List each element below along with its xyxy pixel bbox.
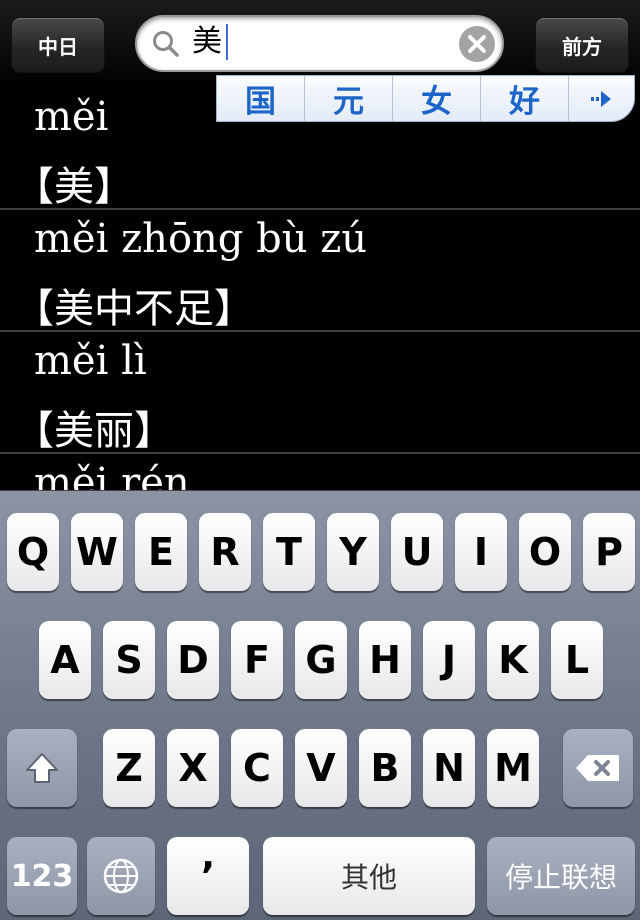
key-k[interactable]: K [487, 621, 539, 699]
clear-icon [468, 35, 486, 53]
key-c[interactable]: C [231, 729, 283, 807]
language-direction-button[interactable]: 中日 [11, 17, 105, 73]
result-hanzi: 【美丽】 [14, 398, 174, 456]
numbers-key[interactable]: 123 [7, 837, 77, 915]
shift-icon [26, 753, 58, 783]
search-field[interactable]: 美 [135, 15, 504, 72]
candidate-bar: 国 元 女 好 [216, 75, 635, 122]
result-word: 美中不足 [54, 286, 214, 332]
return-key[interactable]: 停止联想 [487, 837, 635, 915]
clear-button[interactable] [459, 26, 495, 62]
key-q[interactable]: Q [7, 513, 59, 591]
backspace-key[interactable] [563, 729, 633, 807]
result-pinyin: měi rén [34, 460, 190, 490]
key-l[interactable]: L [551, 621, 603, 699]
globe-key[interactable] [87, 837, 155, 915]
key-v[interactable]: V [295, 729, 347, 807]
result-pinyin: měi zhōng bù zú [34, 216, 368, 262]
key-m[interactable]: M [487, 729, 539, 807]
key-p[interactable]: P [583, 513, 635, 591]
more-candidates-button[interactable] [569, 76, 634, 121]
key-a[interactable]: A [39, 621, 91, 699]
result-pinyin: měi [34, 94, 109, 140]
search-input[interactable]: 美 [192, 22, 222, 62]
globe-icon [103, 858, 139, 894]
space-key[interactable]: 其他 [263, 837, 475, 915]
result-hanzi: 【美】 [14, 154, 134, 212]
bracket-open: 【 [14, 164, 54, 210]
result-row[interactable]: měi rén [0, 454, 640, 490]
key-r[interactable]: R [199, 513, 251, 591]
key-g[interactable]: G [295, 621, 347, 699]
key-b[interactable]: B [359, 729, 411, 807]
key-x[interactable]: X [167, 729, 219, 807]
result-list[interactable]: měi 【美】 měi zhōng bù zú 【美中不足】 měi lì 【美… [0, 88, 640, 490]
key-f[interactable]: F [231, 621, 283, 699]
apostrophe-key[interactable]: ’ [167, 837, 249, 915]
result-row[interactable]: měi lì 【美丽】 [0, 332, 640, 454]
backspace-icon [576, 755, 619, 781]
bracket-open: 【 [14, 286, 54, 332]
search-icon [153, 31, 179, 57]
bracket-close: 】 [134, 408, 174, 454]
shift-key[interactable] [7, 729, 77, 807]
arrow-right-icon [590, 90, 611, 107]
key-w[interactable]: W [71, 513, 123, 591]
keyboard: Q W E R T Y U I O P A S D F G H J K L Z … [0, 490, 640, 920]
key-y[interactable]: Y [327, 513, 379, 591]
key-s[interactable]: S [103, 621, 155, 699]
key-j[interactable]: J [423, 621, 475, 699]
candidate-item[interactable]: 女 [393, 76, 481, 121]
key-e[interactable]: E [135, 513, 187, 591]
result-word: 美丽 [54, 408, 134, 454]
result-hanzi: 【美中不足】 [14, 276, 254, 334]
text-caret [226, 24, 228, 60]
key-u[interactable]: U [391, 513, 443, 591]
key-z[interactable]: Z [103, 729, 155, 807]
key-t[interactable]: T [263, 513, 315, 591]
key-d[interactable]: D [167, 621, 219, 699]
key-o[interactable]: O [519, 513, 571, 591]
result-pinyin: měi lì [34, 338, 147, 384]
candidate-item[interactable]: 国 [217, 76, 305, 121]
prefix-match-button[interactable]: 前方 [535, 17, 629, 73]
result-word: 美 [54, 164, 94, 210]
result-row[interactable]: měi zhōng bù zú 【美中不足】 [0, 210, 640, 332]
candidate-item[interactable]: 好 [481, 76, 569, 121]
candidate-item[interactable]: 元 [305, 76, 393, 121]
bracket-close: 】 [94, 164, 134, 210]
bracket-open: 【 [14, 408, 54, 454]
key-h[interactable]: H [359, 621, 411, 699]
bracket-close: 】 [214, 286, 254, 332]
key-i[interactable]: I [455, 513, 507, 591]
key-n[interactable]: N [423, 729, 475, 807]
